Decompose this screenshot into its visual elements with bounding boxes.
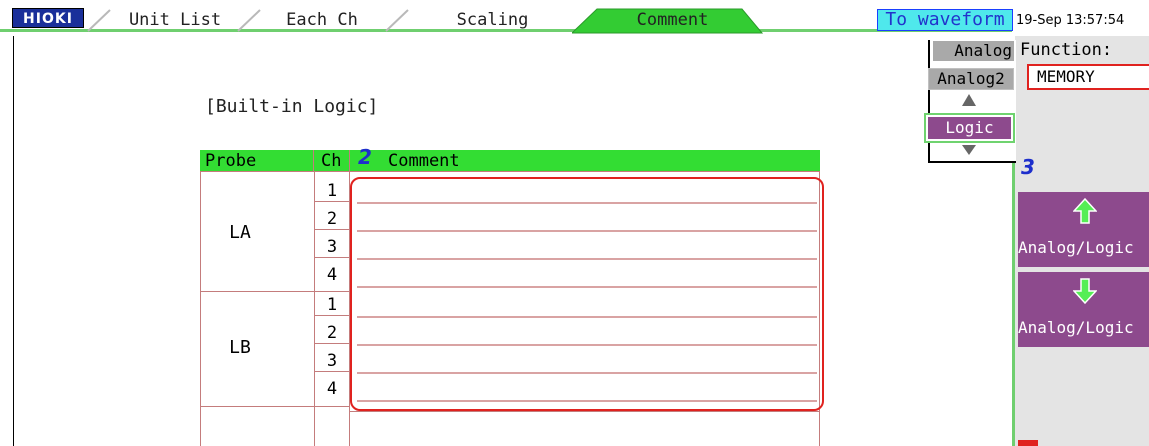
probe-column-header: Probe	[200, 150, 314, 172]
ch-row-line	[315, 343, 349, 344]
callout-marker-3: 3	[1021, 155, 1035, 179]
channel-number: 1	[326, 181, 338, 201]
channel-number: 1	[326, 295, 338, 315]
tab-unit-list[interactable]: Unit List	[110, 10, 240, 31]
channel-number: 3	[326, 351, 338, 371]
comment-column-header: Comment	[350, 150, 820, 172]
analog-selector-button[interactable]: Analog	[933, 41, 1014, 61]
ch-column-header: Ch	[314, 150, 350, 172]
tab-scaling[interactable]: Scaling	[410, 10, 575, 31]
analog-logic-down-label: Analog/Logic	[1018, 318, 1134, 337]
table-left-border	[200, 172, 201, 446]
row-divider	[349, 411, 820, 412]
tab-separator	[237, 9, 261, 32]
channel-number: 2	[326, 323, 338, 343]
probe-label-lb: LB	[229, 337, 251, 358]
arrow-down-icon	[1073, 278, 1097, 304]
logic-selector-button[interactable]: Logic	[924, 113, 1015, 143]
group-divider	[200, 406, 350, 407]
ch-row-line	[315, 201, 349, 202]
ch-row-line	[315, 257, 349, 258]
hioki-logo: HIOKI	[12, 8, 84, 28]
channel-number: 2	[326, 209, 338, 229]
tab-each-ch[interactable]: Each Ch	[262, 10, 382, 31]
tab-separator	[87, 9, 111, 32]
scroll-down-icon[interactable]	[962, 145, 976, 155]
selector-border	[928, 161, 1016, 163]
callout-marker-2: 2	[358, 145, 372, 169]
channel-number: 4	[326, 265, 338, 285]
function-value-field[interactable]: MEMORY	[1027, 64, 1149, 90]
red-indicator	[1018, 440, 1038, 446]
ch-row-line	[315, 229, 349, 230]
probe-label-la: LA	[229, 222, 251, 243]
panel-divider	[1012, 160, 1015, 446]
analog-logic-down-button[interactable]: Analog/Logic	[1018, 272, 1149, 347]
logic-selector-label: Logic	[928, 117, 1011, 139]
function-label: Function:	[1020, 40, 1113, 60]
scroll-up-icon[interactable]	[962, 94, 976, 106]
analog2-selector-button[interactable]: Analog2	[928, 68, 1014, 90]
ch-row-line	[315, 371, 349, 372]
analog-logic-up-button[interactable]: Analog/Logic	[1018, 192, 1149, 267]
channel-number: 4	[326, 379, 338, 399]
selector-border	[928, 40, 930, 163]
analog-logic-up-label: Analog/Logic	[1018, 238, 1134, 257]
group-divider	[200, 291, 350, 292]
section-title: [Built-in Logic]	[205, 96, 379, 117]
clock-datetime: 19-Sep 13:57:54	[1016, 13, 1125, 28]
comment-fields-highlight	[350, 177, 824, 411]
tab-separator	[385, 9, 409, 32]
tab-comment[interactable]: Comment	[600, 10, 745, 31]
arrow-up-icon	[1073, 198, 1097, 224]
ch-row-line	[315, 315, 349, 316]
to-waveform-button[interactable]: To waveform	[877, 9, 1013, 31]
channel-number: 3	[326, 237, 338, 257]
